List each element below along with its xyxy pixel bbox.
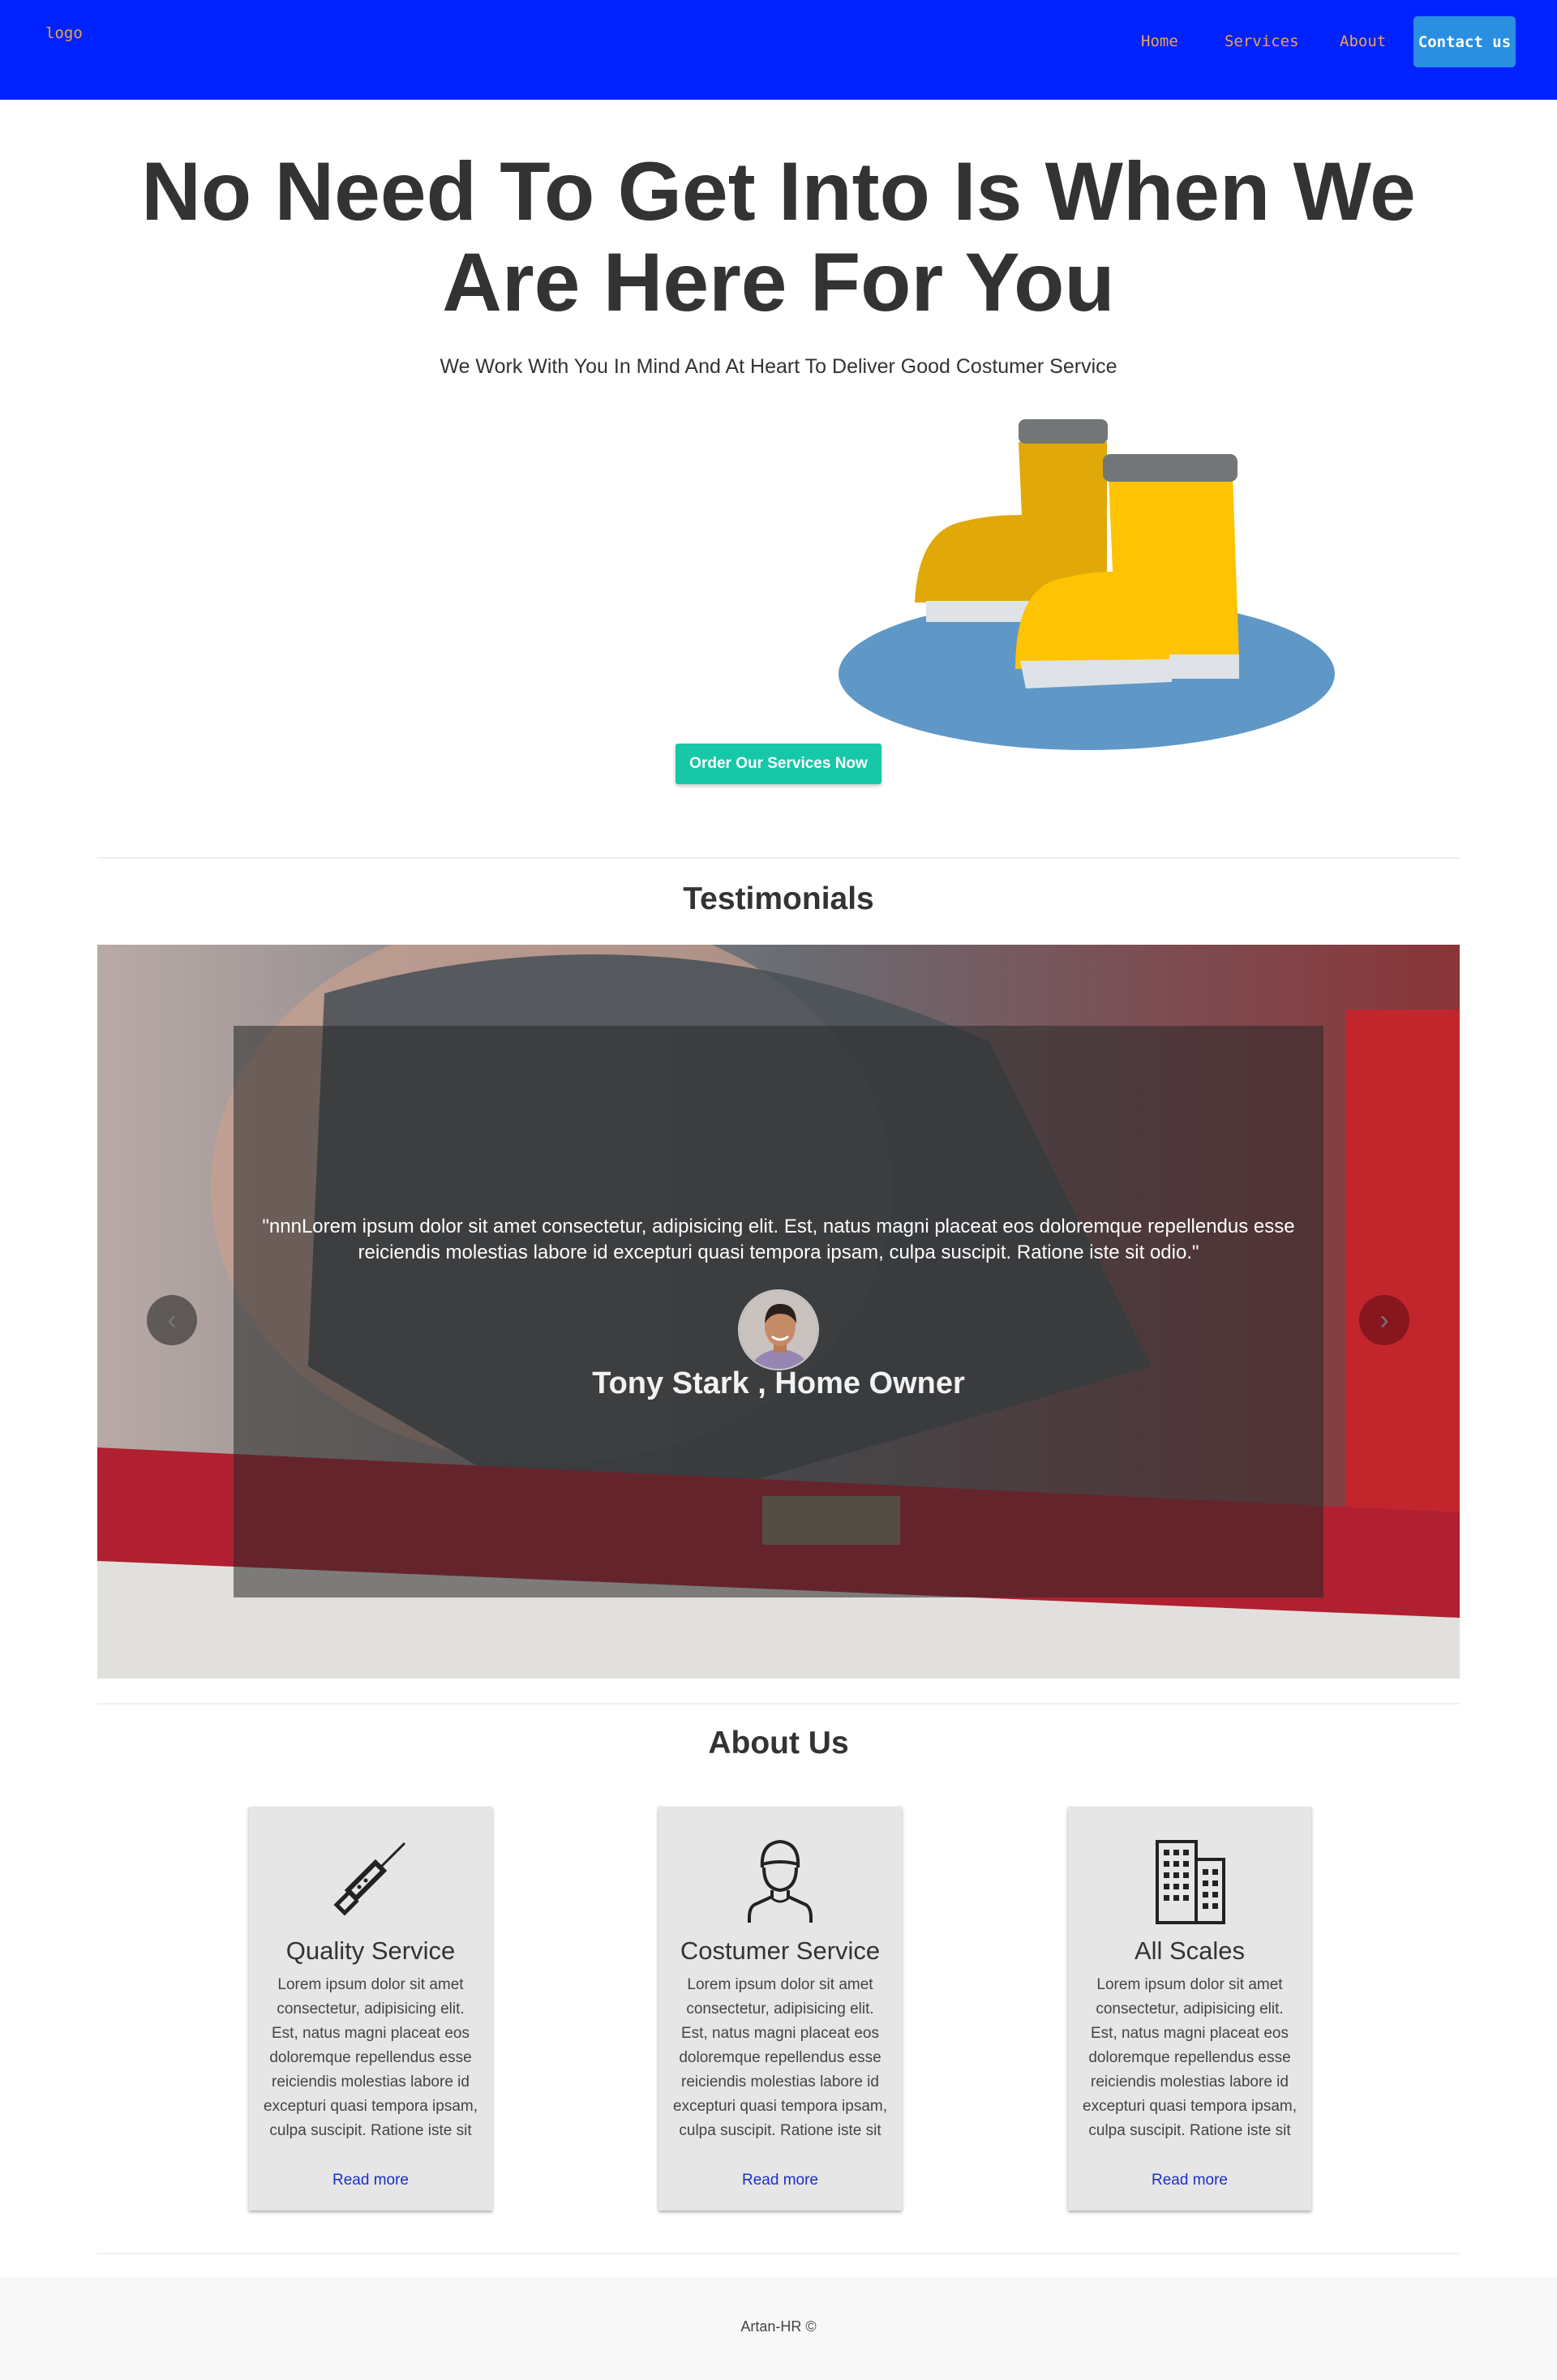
read-more-link[interactable]: Read more: [1068, 2172, 1311, 2189]
divider: [97, 857, 1460, 859]
about-card-costumer: Costumer Service Lorem ipsum dolor sit a…: [658, 1807, 902, 2211]
card-text: Lorem ipsum dolor sit amet consectetur, …: [1083, 1976, 1297, 2139]
navbar: logo Home Services About Contact us: [0, 0, 1557, 100]
nav-link-about[interactable]: About: [1340, 32, 1386, 50]
divider: [97, 1703, 1460, 1705]
carousel-prev-button[interactable]: ‹: [147, 1295, 197, 1345]
carousel-next-button[interactable]: ›: [1359, 1295, 1409, 1345]
nav-link-home[interactable]: Home: [1141, 32, 1178, 50]
footer-copyright: Artan-HR ©: [740, 2318, 817, 2335]
front-boot-cuff: [1103, 454, 1237, 482]
building-icon: [1156, 1840, 1225, 1924]
divider: [97, 2253, 1460, 2254]
logo[interactable]: logo: [45, 24, 83, 42]
about-heading: About Us: [708, 1726, 849, 1760]
testimonials-heading: Testimonials: [683, 881, 874, 916]
chevron-right-icon: ›: [1379, 1304, 1389, 1336]
hero-subtitle: We Work With You In Mind And At Heart To…: [440, 355, 1117, 378]
about-card-scales: All Scales Lorem ipsum dolor sit amet co…: [1068, 1807, 1311, 2211]
card-title: Quality Service: [285, 1936, 456, 1965]
hero-title: No Need To Get Into Is When We Are Here …: [141, 145, 1416, 328]
avatar: [738, 1289, 819, 1370]
footer: Artan-HR ©: [0, 2277, 1557, 2380]
card-title: Costumer Service: [680, 1936, 881, 1965]
read-more-link[interactable]: Read more: [658, 2172, 902, 2189]
contact-button[interactable]: Contact us: [1413, 16, 1516, 67]
testimonial-quote: "nnnLorem ipsum dolor sit amet consectet…: [262, 1216, 1295, 1263]
card-text: Lorem ipsum dolor sit amet consectetur, …: [264, 1976, 478, 2139]
nav-link-services[interactable]: Services: [1225, 32, 1299, 50]
front-boot-heel: [1169, 654, 1239, 679]
order-services-button[interactable]: Order Our Services Now: [676, 744, 881, 784]
card-text: Lorem ipsum dolor sit amet consectetur, …: [673, 1976, 887, 2139]
person-icon: [748, 1839, 813, 1923]
back-boot-cuff: [1019, 419, 1108, 444]
card-title: All Scales: [1134, 1936, 1246, 1965]
testimonial-carousel: "nnnLorem ipsum dolor sit amet consectet…: [97, 945, 1460, 1679]
boots-illustration: [839, 419, 1335, 750]
read-more-link[interactable]: Read more: [249, 2172, 492, 2189]
screwdriver-icon: [333, 1842, 406, 1916]
chevron-left-icon: ‹: [167, 1304, 177, 1336]
testimonial-author: Tony Stark , Home Owner: [592, 1366, 965, 1400]
about-card-quality: Quality Service Lorem ipsum dolor sit am…: [249, 1807, 492, 2211]
